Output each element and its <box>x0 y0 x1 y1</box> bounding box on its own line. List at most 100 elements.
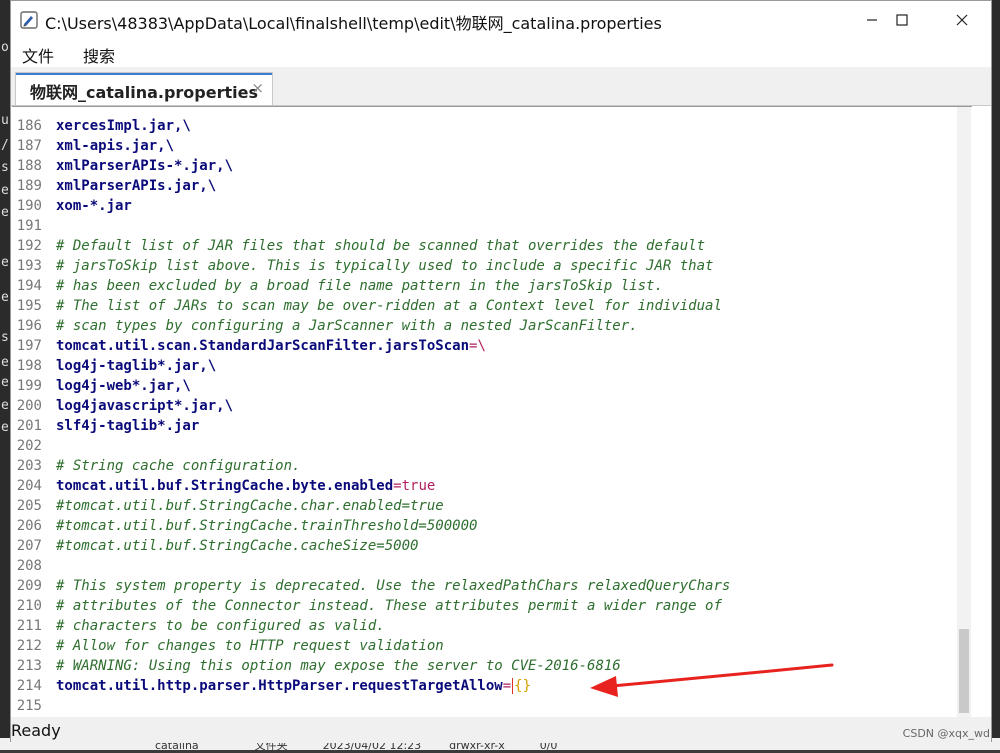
code-line[interactable]: 202 <box>12 436 967 456</box>
code-text: #tomcat.util.buf.StringCache.cacheSize=5… <box>56 536 418 556</box>
code-line[interactable]: 187 xml-apis.jar,\ <box>12 136 967 156</box>
assignment-operator: = <box>502 678 512 694</box>
code-line[interactable]: 206 #tomcat.util.buf.StringCache.trainThr… <box>12 516 967 536</box>
code-editor[interactable]: 186 xercesImpl.jar,\ 187 xml-apis.jar,\ 188 x… <box>12 106 972 718</box>
tab-bar: 物联网_catalina.properties × <box>11 67 991 106</box>
line-number: 201 <box>16 418 42 434</box>
property-key: tomcat.util.http.parser.HttpParser.reque… <box>56 678 503 694</box>
code-line[interactable]: 213 # WARNING: Using this option may expo… <box>12 656 967 676</box>
code-text: tomcat.util.scan.StandardJarScanFilter.j… <box>56 336 486 356</box>
code-line[interactable]: 212 # Allow for changes to HTTP request v… <box>12 636 967 656</box>
code-line[interactable]: 199 log4j-web*.jar,\ <box>12 376 967 396</box>
code-text: # scan types by configuring a JarScanner… <box>56 316 638 336</box>
assignment-operator: = <box>393 478 402 494</box>
background-char: s <box>1 330 9 345</box>
code-text: # Allow for changes to HTTP request vali… <box>56 636 444 656</box>
tab-label: 物联网_catalina.properties <box>30 83 259 102</box>
code-line[interactable]: 197 tomcat.util.scan.StandardJarScanFilte… <box>12 336 967 356</box>
code-line[interactable]: 205 #tomcat.util.buf.StringCache.char.ena… <box>12 496 967 516</box>
tab-catalina-properties[interactable]: 物联网_catalina.properties × <box>15 72 273 105</box>
line-number: 205 <box>16 498 42 514</box>
line-number: 194 <box>16 278 42 294</box>
comment-text: #tomcat.util.buf.StringCache.char.enable… <box>56 498 444 514</box>
background-char: e <box>1 375 9 390</box>
background-char: e <box>1 205 9 220</box>
code-line[interactable]: 214 tomcat.util.http.parser.HttpParser.re… <box>12 676 967 696</box>
editor-window: C:\Users\48383\AppData\Local\finalshell\… <box>10 0 992 743</box>
code-line[interactable]: 215 <box>12 696 967 716</box>
code-text: # WARNING: Using this option may expose … <box>56 656 621 676</box>
property-value: {} <box>514 678 532 694</box>
code-line[interactable]: 194 # has been excluded by a broad file n… <box>12 276 967 296</box>
maximize-icon <box>896 14 908 26</box>
code-line[interactable]: 189 xmlParserAPIs.jar,\ <box>12 176 967 196</box>
property-key: log4javascript*.jar,\ <box>56 398 234 414</box>
code-line[interactable]: 186 xercesImpl.jar,\ <box>12 116 967 136</box>
code-line[interactable]: 201 slf4j-taglib*.jar <box>12 416 967 436</box>
menu-file[interactable]: 文件 <box>22 43 54 67</box>
line-number: 215 <box>16 698 42 714</box>
property-key: xercesImpl.jar,\ <box>56 118 191 134</box>
code-line[interactable]: 195 # The list of JARs to scan may be ove… <box>12 296 967 316</box>
line-number: 214 <box>16 678 42 694</box>
menu-search[interactable]: 搜索 <box>83 43 115 67</box>
line-number: 197 <box>16 338 42 354</box>
status-bar: Ready <box>11 717 991 743</box>
code-line[interactable]: 200 log4javascript*.jar,\ <box>12 396 967 416</box>
code-line[interactable]: 204 tomcat.util.buf.StringCache.byte.enab… <box>12 476 967 496</box>
vertical-scrollbar[interactable] <box>957 107 971 717</box>
background-char: e <box>1 290 9 305</box>
code-line[interactable]: 211 # characters to be configured as vali… <box>12 616 967 636</box>
line-number: 203 <box>16 458 42 474</box>
line-number: 206 <box>16 518 42 534</box>
background-char: u <box>1 113 9 128</box>
line-number: 192 <box>16 238 42 254</box>
comment-text: # The list of JARs to scan may be over-r… <box>56 298 722 314</box>
code-line[interactable]: 196 # scan types by configuring a JarScan… <box>12 316 967 336</box>
code-text: xercesImpl.jar,\ <box>56 116 191 136</box>
maximize-button[interactable] <box>877 1 927 39</box>
code-text: #tomcat.util.buf.StringCache.char.enable… <box>56 496 444 516</box>
code-text: log4j-taglib*.jar,\ <box>56 356 216 376</box>
code-line[interactable]: 192 # Default list of JAR files that shou… <box>12 236 967 256</box>
comment-text: # Allow for changes to HTTP request vali… <box>56 638 444 654</box>
code-line[interactable]: 190 xom-*.jar <box>12 196 967 216</box>
line-number: 198 <box>16 358 42 374</box>
background-char: e <box>1 255 9 270</box>
comment-text: # scan types by configuring a JarScanner… <box>56 318 638 334</box>
code-line[interactable]: 210 # attributes of the Connector instead… <box>12 596 967 616</box>
title-bar[interactable]: C:\Users\48383\AppData\Local\finalshell\… <box>11 1 991 39</box>
property-key: log4j-web*.jar,\ <box>56 378 191 394</box>
code-line[interactable]: 208 <box>12 556 967 576</box>
tab-close-icon[interactable]: × <box>251 79 264 97</box>
close-icon <box>956 14 968 26</box>
code-line[interactable]: 209 # This system property is deprecated.… <box>12 576 967 596</box>
background-char: e <box>1 398 9 413</box>
property-key: xom-*.jar <box>56 198 132 214</box>
code-line[interactable]: 188 xmlParserAPIs-*.jar,\ <box>12 156 967 176</box>
line-number: 200 <box>16 398 42 414</box>
comment-text: # characters to be configured as valid. <box>56 618 385 634</box>
code-text: slf4j-taglib*.jar <box>56 416 199 436</box>
code-text: log4j-web*.jar,\ <box>56 376 191 396</box>
line-number: 211 <box>16 618 42 634</box>
scrollbar-thumb[interactable] <box>959 629 969 713</box>
line-number: 189 <box>16 178 42 194</box>
line-number: 207 <box>16 538 42 554</box>
code-text: # The list of JARs to scan may be over-r… <box>56 296 722 316</box>
line-number: 186 <box>16 118 42 134</box>
property-key: tomcat.util.buf.StringCache.byte.enabled <box>56 478 394 494</box>
code-line[interactable]: 191 <box>12 216 967 236</box>
code-line[interactable]: 198 log4j-taglib*.jar,\ <box>12 356 967 376</box>
line-number: 187 <box>16 138 42 154</box>
watermark: CSDN @xqx_wd <box>902 727 990 740</box>
code-line[interactable]: 207 #tomcat.util.buf.StringCache.cacheSiz… <box>12 536 967 556</box>
code-line[interactable]: 193 # jarsToSkip list above. This is typi… <box>12 256 967 276</box>
code-line[interactable]: 203 # String cache configuration. <box>12 456 967 476</box>
property-key: tomcat.util.scan.StandardJarScanFilter.j… <box>56 338 470 354</box>
line-number: 193 <box>16 258 42 274</box>
code-text: xml-apis.jar,\ <box>56 136 174 156</box>
close-button[interactable] <box>937 1 987 39</box>
line-number: 188 <box>16 158 42 174</box>
code-text: xmlParserAPIs-*.jar,\ <box>56 156 233 176</box>
